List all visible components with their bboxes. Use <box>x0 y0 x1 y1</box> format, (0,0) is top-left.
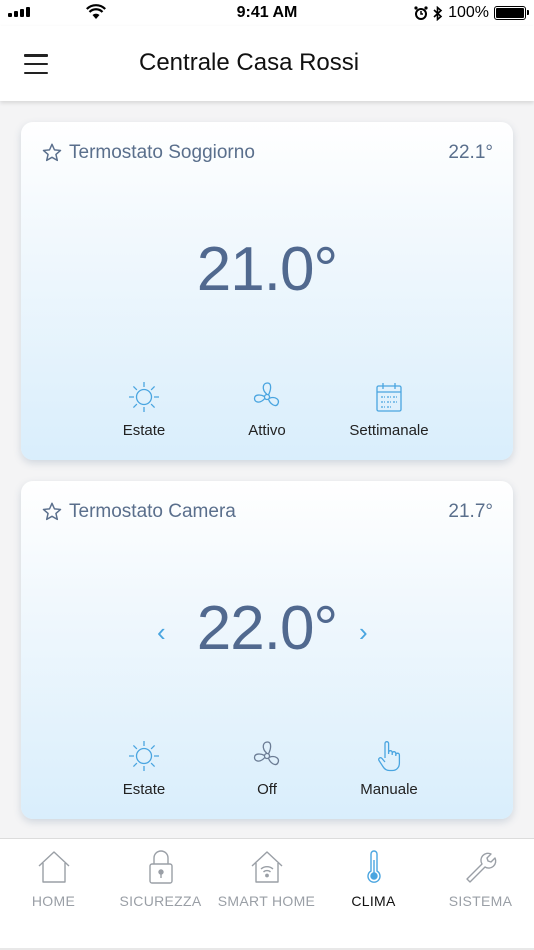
tab-label: SISTEMA <box>448 893 513 909</box>
smart-home-icon <box>251 851 282 883</box>
star-icon[interactable] <box>41 142 63 164</box>
fan-mode-button[interactable]: Off <box>207 739 327 798</box>
house-icon <box>38 851 69 883</box>
tab-label: HOME <box>31 893 76 909</box>
fan-icon <box>253 382 279 407</box>
setpoint-temperature: 22.0° <box>196 594 338 663</box>
alarm-icon <box>414 6 428 20</box>
mode-label: Estate <box>122 422 166 439</box>
app-header: Centrale Casa Rossi <box>0 26 534 101</box>
thermostat-name: Termostato Camera <box>69 501 236 522</box>
battery-icon <box>494 6 529 20</box>
bluetooth-icon <box>433 5 443 21</box>
page-title: Centrale Casa Rossi <box>139 49 360 76</box>
thermostat-card[interactable]: Termostato Camera 21.7° ‹ 22.0° › Estate… <box>21 481 513 819</box>
tab-label: SICUREZZA <box>119 893 202 909</box>
tab-security[interactable]: SICUREZZA <box>107 849 214 909</box>
fan-mode-button[interactable]: Attivo <box>207 380 327 439</box>
schedule-mode-button[interactable]: Manuale <box>329 739 449 798</box>
calendar-icon <box>376 383 402 412</box>
sun-icon <box>129 382 159 412</box>
lock-icon <box>148 850 173 884</box>
sun-icon <box>129 741 159 771</box>
tab-smart-home[interactable]: SMART HOME <box>213 849 320 909</box>
current-temperature: 22.1° <box>448 142 493 163</box>
setpoint-temperature: 21.0° <box>196 235 338 304</box>
current-temperature: 21.7° <box>448 501 493 522</box>
star-icon[interactable] <box>41 501 63 523</box>
tab-sistema[interactable]: SISTEMA <box>427 849 534 909</box>
mode-label: Off <box>257 781 277 798</box>
mode-label: Estate <box>122 781 166 798</box>
tab-home[interactable]: HOME <box>0 849 107 909</box>
season-mode-button[interactable]: Estate <box>84 380 204 439</box>
thermostat-name: Termostato Soggiorno <box>69 142 255 163</box>
fan-icon <box>253 741 279 766</box>
status-bar: 9:41 AM 100% <box>0 0 534 26</box>
battery-percent: 100% <box>448 4 489 21</box>
season-mode-button[interactable]: Estate <box>84 739 204 798</box>
tab-label: SMART HOME <box>217 893 316 909</box>
tab-clima[interactable]: CLIMA <box>320 849 427 909</box>
mode-label: Attivo <box>248 422 286 439</box>
thermostat-card[interactable]: Termostato Soggiorno 22.1° 21.0° Estate … <box>21 122 513 460</box>
hamburger-icon[interactable] <box>24 54 48 74</box>
bottom-tab-bar: HOME SICUREZZA SMART HOME CLIMA SISTEMA <box>0 838 534 950</box>
tab-label: CLIMA <box>351 893 396 909</box>
hand-pointer-icon <box>378 741 401 772</box>
wrench-icon <box>465 852 496 883</box>
increase-temperature-button[interactable]: › <box>359 617 368 648</box>
thermometer-icon <box>366 850 381 883</box>
schedule-mode-button[interactable]: Settimanale <box>329 380 449 439</box>
mode-label: Manuale <box>360 781 418 798</box>
mode-label: Settimanale <box>349 422 429 439</box>
